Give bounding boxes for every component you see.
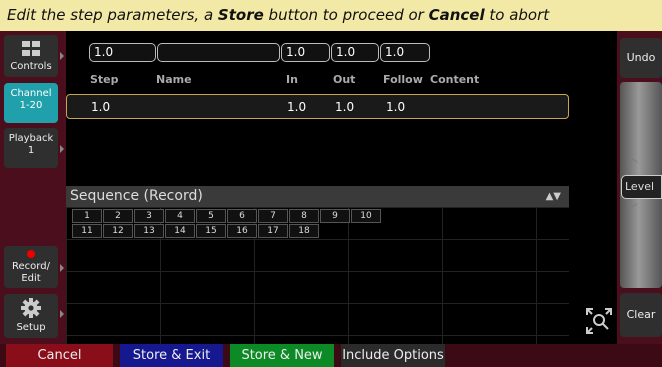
- record-label: Record/: [12, 261, 50, 272]
- setup-label: Setup: [16, 322, 46, 333]
- edit-label: Edit: [21, 273, 41, 284]
- left-sidebar: Controls Channel 1-20 Playback 1 Record/…: [0, 31, 66, 344]
- in-field[interactable]: 1.0: [281, 43, 330, 62]
- prompt-text-1: Edit the step parameters, a: [7, 6, 218, 24]
- chevron-right-icon: [60, 145, 64, 153]
- store-new-button[interactable]: Store & New: [230, 344, 334, 367]
- record-dot-icon: [27, 250, 35, 258]
- out-field[interactable]: 1.0: [331, 43, 379, 62]
- main-area: 1.0 1.0 1.0 1.0 Step Name In Out Follow …: [66, 31, 590, 344]
- column-header-step: Step: [90, 73, 119, 86]
- prompt-text-2: button to proceed or: [263, 6, 429, 24]
- sequence-cell[interactable]: 11: [72, 224, 102, 238]
- sequence-header: Sequence (Record) ▲▼: [66, 186, 569, 207]
- sequence-cell[interactable]: 2: [103, 209, 133, 223]
- chevron-down-icon: ﹀: [628, 204, 638, 215]
- sequence-cell[interactable]: 18: [289, 224, 319, 238]
- prompt-cancel: Cancel: [428, 6, 485, 24]
- chevron-right-icon: [60, 264, 64, 272]
- cancel-button[interactable]: Cancel: [6, 344, 113, 367]
- column-header-out: Out: [333, 73, 356, 86]
- row-follow: 1.0: [386, 100, 406, 114]
- prompt-store: Store: [217, 6, 264, 24]
- sequence-cell[interactable]: 3: [134, 209, 164, 223]
- undo-button[interactable]: Undo: [620, 38, 662, 78]
- channel-button[interactable]: Channel 1-20: [4, 83, 58, 123]
- playback-number: 1: [27, 145, 35, 156]
- record-edit-button[interactable]: Record/ Edit: [4, 246, 58, 288]
- chevron-up-icon: ︿: [628, 154, 638, 165]
- playback-button[interactable]: Playback 1: [4, 128, 58, 168]
- sequence-grid: 1 2 3 4 5 6 7 8 9 10 11 12 13 14 15 16 1…: [66, 207, 569, 344]
- include-options-button[interactable]: Include Options: [341, 344, 445, 367]
- column-header-content: Content: [430, 73, 480, 86]
- chevron-right-icon: [60, 52, 64, 60]
- sequence-title: Sequence (Record): [70, 188, 203, 204]
- playback-label: Playback: [8, 133, 54, 144]
- sequence-cell[interactable]: 12: [103, 224, 133, 238]
- sequence-cell[interactable]: 10: [351, 209, 381, 223]
- grid-icon: [22, 41, 40, 56]
- expand-collapse-icon[interactable]: ▲▼: [546, 186, 561, 207]
- column-header-in: In: [286, 73, 298, 86]
- sequence-cell[interactable]: 16: [227, 224, 257, 238]
- sequence-cell[interactable]: 5: [196, 209, 226, 223]
- right-panel: Undo ︿ ﹀ Level Clear: [617, 31, 662, 344]
- setup-button[interactable]: Setup: [4, 294, 58, 338]
- sequence-cell[interactable]: 17: [258, 224, 288, 238]
- row-out: 1.0: [335, 100, 355, 114]
- clear-button[interactable]: Clear: [620, 293, 662, 337]
- sequence-cell[interactable]: 13: [134, 224, 164, 238]
- prompt-text-3: to abort: [484, 6, 550, 24]
- row-in: 1.0: [287, 100, 307, 114]
- column-header-name: Name: [156, 73, 192, 86]
- fullscreen-search-icon[interactable]: [585, 307, 613, 335]
- controls-button[interactable]: Controls: [4, 35, 58, 77]
- prompt-bar: Edit the step parameters, a Store button…: [0, 0, 662, 31]
- sequence-cell[interactable]: 15: [196, 224, 226, 238]
- sequence-cell[interactable]: 4: [165, 209, 195, 223]
- step-field[interactable]: 1.0: [89, 43, 156, 62]
- column-header-follow: Follow: [383, 73, 423, 86]
- sequence-cell[interactable]: 6: [227, 209, 257, 223]
- sequence-cell[interactable]: 9: [320, 209, 350, 223]
- gear-icon: [21, 298, 41, 318]
- sequence-cell[interactable]: 8: [289, 209, 319, 223]
- channel-range: 1-20: [19, 100, 43, 111]
- chevron-right-icon: [60, 310, 64, 318]
- channel-label: Channel: [10, 88, 52, 99]
- sequence-cell[interactable]: 1: [72, 209, 102, 223]
- sequence-cell[interactable]: 14: [165, 224, 195, 238]
- table-row[interactable]: 1.0 1.0 1.0 1.0: [66, 94, 569, 119]
- level-handle[interactable]: Level: [621, 175, 662, 199]
- sequence-cell[interactable]: 7: [258, 209, 288, 223]
- row-step: 1.0: [91, 100, 111, 114]
- bottom-bar: Cancel Store & Exit Store & New Include …: [0, 344, 662, 367]
- controls-label: Controls: [10, 61, 52, 72]
- name-field[interactable]: [157, 43, 280, 62]
- follow-field[interactable]: 1.0: [380, 43, 430, 62]
- store-exit-button[interactable]: Store & Exit: [120, 344, 223, 367]
